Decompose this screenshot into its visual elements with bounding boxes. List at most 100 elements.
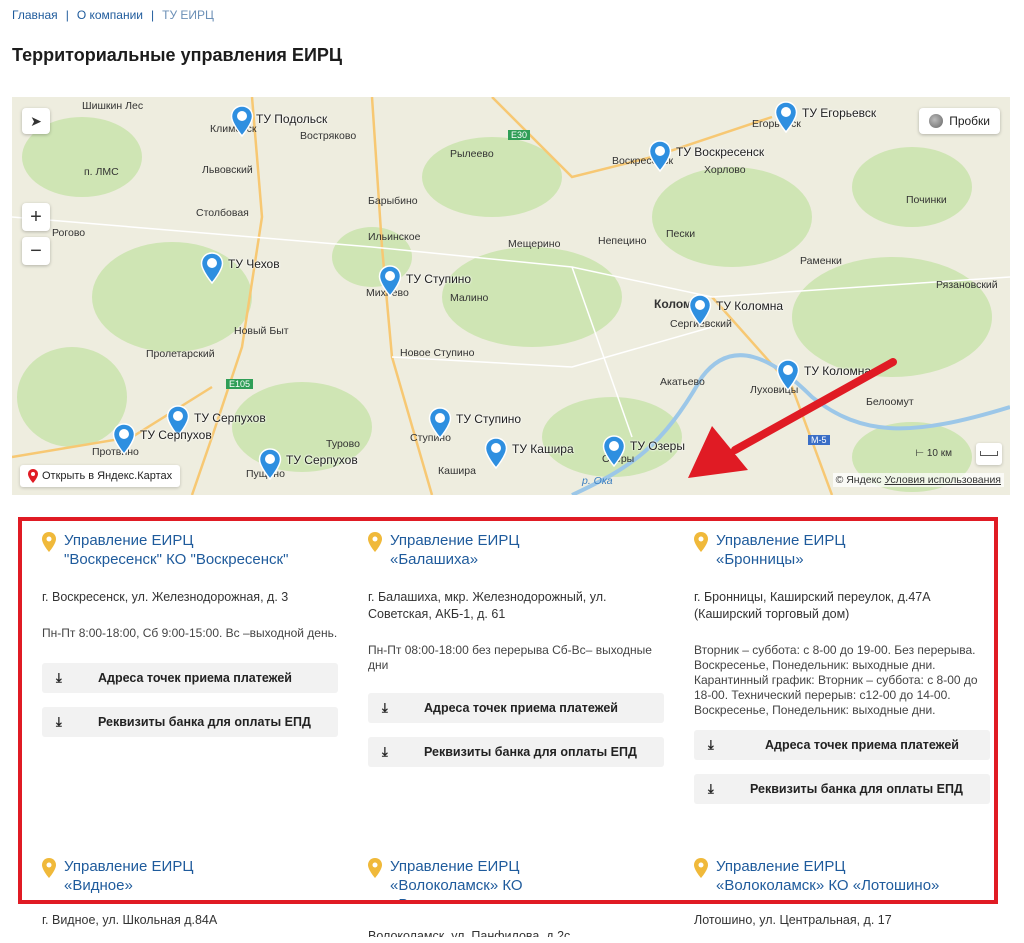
map-place: Востряково	[300, 130, 357, 142]
map[interactable]: Шишкин Лес Климовск Востряково Рылеево Л…	[12, 97, 1010, 495]
payment-points-button[interactable]: ⤓ Адреса точек приема платежей	[694, 730, 990, 760]
map-marker-label: ТУ Чехов	[228, 257, 280, 271]
map-marker[interactable]	[774, 101, 798, 134]
office-title[interactable]: Управление ЕИРЦ "Воскресенск" КО "Воскрес…	[42, 531, 342, 569]
traffic-button[interactable]: Пробки	[919, 108, 1000, 134]
map-marker-label: ТУ Кашира	[512, 442, 574, 456]
map-marker[interactable]	[688, 294, 712, 327]
bank-details-button[interactable]: ⤓ Реквизиты банка для оплаты ЕПД	[694, 774, 990, 804]
map-marker-icon	[484, 437, 508, 470]
map-marker[interactable]	[230, 105, 254, 138]
download-icon: ⤓	[56, 714, 62, 729]
map-marker-label: ТУ Воскресенск	[676, 145, 765, 159]
map-scale: ⊢ 10 км	[915, 448, 952, 459]
map-place: п. ЛМС	[84, 166, 119, 178]
map-place: Ильинское	[368, 231, 421, 243]
minus-icon: −	[30, 239, 42, 262]
office-title[interactable]: Управление ЕИРЦ «Волоколамск» КО «Лотошин…	[694, 857, 994, 895]
office-title-line: «Бронницы»	[716, 551, 804, 568]
plus-icon: +	[30, 205, 42, 228]
office-title-line: Управление ЕИРЦ	[64, 532, 194, 549]
map-copyright: © Яндекс Условия использования	[832, 473, 1004, 487]
map-marker-icon	[648, 140, 672, 173]
zoom-in-button[interactable]: +	[22, 203, 50, 231]
office-title-line: "Воскресенск" КО "Воскресенск"	[64, 551, 289, 568]
breadcrumb-about[interactable]: О компании	[77, 8, 143, 22]
map-place: Починки	[906, 194, 947, 206]
payment-points-button[interactable]: ⤓ Адреса точек приема платежей	[368, 693, 664, 723]
office-title[interactable]: Управление ЕИРЦ «Бронницы»	[694, 531, 994, 569]
map-place: Рогово	[52, 227, 86, 239]
road-badge: M-5	[808, 435, 830, 445]
map-place: Пролетарский	[146, 348, 215, 360]
locate-button[interactable]: ➤	[22, 108, 50, 134]
map-marker-icon	[230, 105, 254, 138]
map-marker-label: ТУ Коломна	[716, 299, 784, 313]
download-icon: ⤓	[708, 781, 714, 796]
office-hours: Пн-Пт 08:00-18:00 без перерыва Сб-Вс– вы…	[368, 643, 652, 672]
map-marker-label: ТУ Егорьевск	[802, 106, 877, 120]
map-place: Новое Ступино	[400, 347, 475, 359]
map-place: Турово	[326, 438, 360, 450]
payment-points-button[interactable]: ⤓ Адреса точек приема платежей	[42, 663, 338, 693]
map-marker[interactable]	[776, 359, 800, 392]
ruler-button[interactable]	[976, 443, 1002, 465]
location-arrow-icon: ➤	[30, 112, 42, 129]
road-badge: E105	[226, 379, 254, 389]
office-address: г. Бронницы, Каширский переулок, д.47А (…	[694, 590, 931, 621]
map-marker-icon	[258, 448, 282, 481]
map-marker[interactable]	[648, 140, 672, 173]
map-place: Рылеево	[450, 148, 494, 160]
download-icon: ⤓	[56, 670, 62, 685]
button-label: Адреса точек приема платежей	[98, 671, 292, 685]
map-marker[interactable]	[378, 265, 402, 298]
office-card: Управление ЕИРЦ «Волоколамск» КО«Волокола…	[368, 857, 668, 900]
office-card: Управление ЕИРЦ «Балашиха» г. Балашиха, м…	[368, 531, 668, 767]
map-marker-icon	[776, 359, 800, 392]
office-title[interactable]: Управление ЕИРЦ «Балашиха»	[368, 531, 668, 569]
map-place: Рязановский	[936, 279, 998, 291]
office-title[interactable]: Управление ЕИРЦ «Видное»	[42, 857, 342, 895]
open-yandex-maps-button[interactable]: Открыть в Яндекс.Картах	[20, 465, 181, 487]
map-marker-label: ТУ Ступино	[456, 412, 522, 426]
button-label: Реквизиты банка для оплаты ЕПД	[98, 715, 311, 729]
map-place: Хорлово	[704, 164, 746, 176]
bank-details-button[interactable]: ⤓ Реквизиты банка для оплаты ЕПД	[42, 707, 338, 737]
terms-link[interactable]: Условия использования	[884, 474, 1001, 486]
office-title-line: «Волоколамск» КО	[390, 877, 523, 894]
scale-label: 10 км	[926, 448, 952, 459]
bank-details-button[interactable]: ⤓ Реквизиты банка для оплаты ЕПД	[368, 737, 664, 767]
office-address: Волоколамск, ул. Панфилова, д.2с	[368, 929, 571, 943]
office-hours: Вторник – суббота: с 8-00 до 19-00. Без …	[694, 643, 978, 717]
map-marker[interactable]	[200, 252, 224, 285]
location-pin-icon	[694, 858, 708, 878]
office-address: г. Воскресенск, ул. Железнодорожная, д. …	[42, 590, 289, 604]
map-marker-icon	[602, 435, 626, 468]
road-badge: E30	[508, 130, 531, 140]
breadcrumb-separator: |	[151, 8, 155, 22]
office-title-line: Управление ЕИРЦ	[390, 858, 520, 875]
map-place: Барыбино	[368, 195, 418, 207]
map-place: Мещерино	[508, 238, 561, 250]
map-marker-icon	[112, 423, 136, 456]
traffic-label: Пробки	[949, 114, 990, 128]
map-marker[interactable]	[258, 448, 282, 481]
office-title-line: «Балашиха»	[390, 551, 479, 568]
map-marker[interactable]	[602, 435, 626, 468]
map-marker-icon	[428, 407, 452, 440]
location-pin-icon	[42, 532, 56, 552]
map-marker-icon	[688, 294, 712, 327]
zoom-out-button[interactable]: −	[22, 237, 50, 265]
office-title[interactable]: Управление ЕИРЦ «Волоколамск» КО«Волокола…	[368, 857, 668, 900]
map-place: Акатьево	[660, 376, 705, 388]
map-marker[interactable]	[484, 437, 508, 470]
office-title-line: Управление ЕИРЦ	[716, 532, 846, 549]
ruler-icon	[980, 451, 998, 456]
map-marker[interactable]	[112, 423, 136, 456]
map-place: Шишкин Лес	[82, 100, 144, 112]
location-pin-icon	[42, 858, 56, 878]
breadcrumb-home[interactable]: Главная	[12, 8, 58, 22]
map-marker[interactable]	[428, 407, 452, 440]
map-place: Белоомут	[866, 396, 914, 408]
location-pin-icon	[368, 532, 382, 552]
